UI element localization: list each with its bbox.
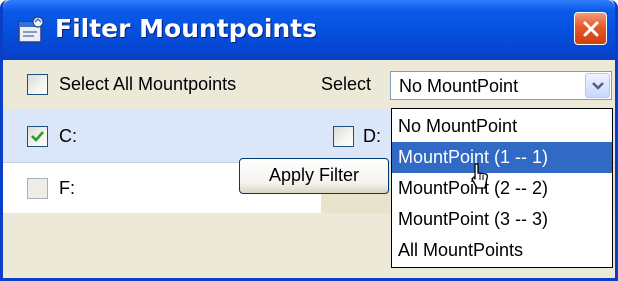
drive-f-label: F: — [59, 178, 75, 198]
close-button[interactable] — [574, 12, 607, 45]
apply-filter-button[interactable]: Apply Filter — [239, 158, 389, 194]
checkmark-icon — [31, 131, 44, 142]
dropdown-button[interactable] — [585, 73, 610, 98]
select-label: Select — [321, 74, 372, 94]
title-bar[interactable]: Filter Mountpoints — [3, 0, 615, 60]
select-all-checkbox[interactable] — [27, 74, 48, 95]
drive-d-label: D: — [363, 126, 381, 146]
filter-mountpoints-window: Filter Mountpoints Select All Mountpoint… — [0, 0, 618, 281]
mouse-pointer-icon — [471, 163, 488, 189]
dropdown-option[interactable]: All MountPoints — [392, 235, 612, 266]
drive-d-checkbox[interactable] — [333, 126, 354, 147]
drive-c-checkbox[interactable] — [27, 126, 48, 147]
dropdown-option[interactable]: MountPoint (2 -- 2) — [392, 173, 612, 204]
toolbar-row: Select All Mountpoints Select No MountPo… — [3, 60, 615, 111]
dropdown-option[interactable]: No MountPoint — [392, 111, 612, 142]
filter-window-icon — [18, 16, 44, 43]
dropdown-option[interactable]: MountPoint (1 -- 1) — [392, 142, 612, 173]
drive-c-label: C: — [59, 126, 77, 146]
mountpoint-dropdown-list: No MountPoint MountPoint (1 -- 1) MountP… — [391, 108, 613, 268]
mountpoint-select[interactable]: No MountPoint — [390, 71, 612, 100]
select-all-label: Select All Mountpoints — [59, 74, 237, 94]
chevron-down-icon — [591, 81, 604, 90]
window-title: Filter Mountpoints — [55, 14, 318, 43]
drive-f-checkbox[interactable] — [27, 178, 48, 199]
dropdown-option[interactable]: MountPoint (3 -- 3) — [392, 204, 612, 235]
mountpoint-select-value: No MountPoint — [399, 76, 519, 96]
close-icon — [583, 21, 598, 36]
